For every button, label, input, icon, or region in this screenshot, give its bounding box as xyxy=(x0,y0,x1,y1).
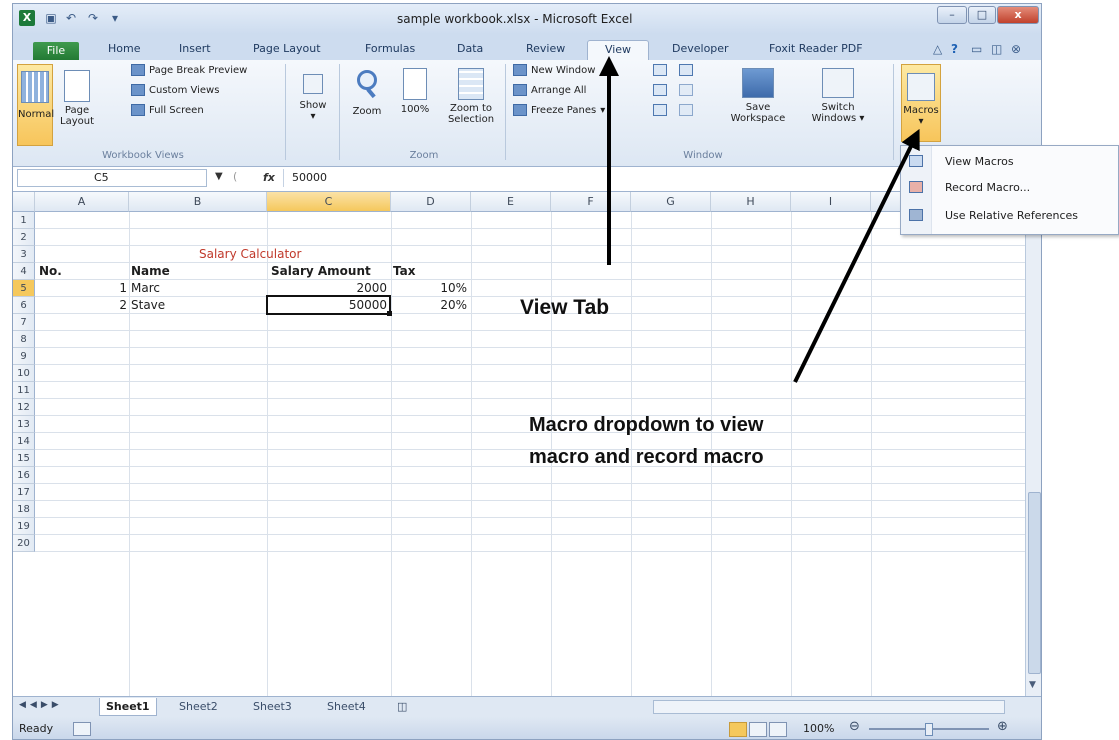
annotation-arrows xyxy=(599,56,920,383)
arrow-to-macros-button xyxy=(793,128,920,383)
